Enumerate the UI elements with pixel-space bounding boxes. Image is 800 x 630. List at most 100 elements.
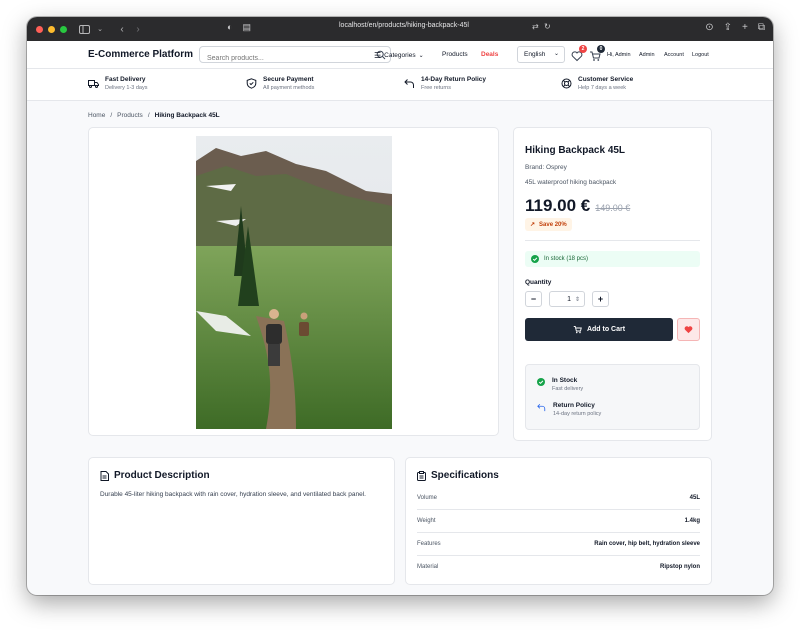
info-return-policy: Return Policy 14-day return policy [537,402,601,417]
description-text: Durable 45-liter hiking backpack with ra… [100,491,366,498]
privacy-shield-icon[interactable]: ◐ [227,22,232,33]
reload-icon[interactable]: ↻ [544,22,551,31]
hiking-photo-image [196,136,392,429]
breadcrumb-home[interactable]: Home [88,112,105,119]
quantity-stepper: − 1 ⇕ + [525,291,609,307]
spec-key: Weight [417,518,436,524]
spec-value: 45L [689,495,700,501]
translate-icon[interactable]: ⇄ [532,22,539,31]
features-bar: Fast Delivery Delivery 1-3 days Secure P… [27,69,773,101]
feature-fast-delivery: Fast Delivery Delivery 1-3 days [88,76,148,91]
site-header: E-Commerce Platform ☰ Categories ⌄ Produ… [27,41,773,69]
forward-arrow-icon[interactable]: › [131,22,145,36]
truck-icon [88,80,99,88]
info-title: Return Policy [553,402,595,409]
browser-toolbar: ⌄ ‹ › ◐ ▤ localhost/en/products/hiking-b… [27,17,773,41]
return-arrow-icon [537,403,546,412]
feature-subtitle: Free returns [421,85,451,91]
breadcrumb-products[interactable]: Products [117,112,143,119]
info-in-stock: In Stock Fast delivery [537,377,583,392]
divider [525,240,700,241]
brand-logo[interactable]: E-Commerce Platform [88,49,193,60]
current-price: 119.00 € [525,196,591,215]
feature-secure-payment: Secure Payment All payment methods [246,76,314,91]
stepper-arrows-icon: ⇕ [574,296,580,303]
spec-row: Weight 1.4kg [417,510,700,532]
product-title: Hiking Backpack 45L [525,145,626,156]
sidebar-toggle-icon[interactable] [77,22,91,36]
add-to-wishlist-button[interactable] [677,318,700,341]
categories-label: Categories [384,52,416,59]
spec-row: Features Rain cover, hip belt, hydration… [417,533,700,555]
add-to-cart-button[interactable]: Add to Cart [525,318,673,341]
specifications-heading: Specifications [417,470,499,481]
quantity-value: 1 [567,295,571,303]
chevron-down-icon: ⌄ [418,53,424,59]
quantity-label: Quantity [525,279,552,286]
info-title: In Stock [552,377,578,384]
download-icon[interactable]: ⊙ [705,22,713,33]
cart-button[interactable]: 0 [589,45,605,61]
chevron-down-icon[interactable]: ⌄ [93,22,107,36]
info-subtitle: Fast delivery [552,386,584,392]
share-icon[interactable]: ⇪ [724,22,732,33]
description-heading: Product Description [100,470,210,481]
purchase-card: Hiking Backpack 45L Brand: Osprey 45L wa… [513,127,712,441]
breadcrumb-separator: / [110,112,113,119]
stock-status: In stock (18 pcs) [525,251,700,267]
minimize-window-button[interactable] [48,25,55,33]
specifications-title: Specifications [431,470,499,481]
search-input[interactable] [200,51,370,66]
window-controls [36,25,67,33]
spec-row: Material Ripstop nylon [417,556,700,578]
feature-title: Customer Service [578,76,634,83]
wishlist-button[interactable]: 2 [571,45,587,62]
feature-title: Secure Payment [263,76,314,83]
trending-up-icon: ↗ [530,222,536,228]
check-circle-icon [537,378,545,386]
reader-icon[interactable]: ▤ [242,22,251,33]
feature-return-policy: 14-Day Return Policy Free returns [404,76,486,91]
cart-icon [573,326,582,334]
feature-customer-service: Customer Service Help 7 days a week [561,76,633,91]
close-window-button[interactable] [36,25,43,33]
language-select[interactable]: English ⌄ [517,46,565,63]
info-subtitle: 14-day return policy [553,411,602,417]
increase-quantity-button[interactable]: + [592,291,609,307]
clipboard-icon [417,470,426,481]
admin-link[interactable]: Admin [639,52,655,58]
product-brand: Brand: Osprey [525,164,567,171]
zoom-window-button[interactable] [60,25,67,33]
wishlist-count-badge: 2 [579,45,587,53]
language-value: English [524,51,546,58]
product-photo[interactable] [196,136,392,429]
back-arrow-icon[interactable]: ‹ [115,22,129,36]
chevron-down-icon: ⌄ [553,51,559,57]
categories-menu[interactable]: ☰ Categories ⌄ [374,51,424,60]
return-arrow-icon [404,79,414,88]
tab-overview-icon[interactable]: ⧉ [758,22,765,33]
address-bar[interactable]: localhost/en/products/hiking-backpack-45… [339,22,469,29]
save-label: Save 20% [539,221,567,228]
decrease-quantity-button[interactable]: − [525,291,542,307]
price-row: 119.00 € 149.00 € [525,196,630,216]
feature-subtitle: All payment methods [263,85,315,91]
product-image-card [88,127,499,436]
cart-count-badge: 0 [597,45,605,53]
nav-deals[interactable]: Deals [481,51,498,58]
spec-key: Material [417,564,439,570]
logout-link[interactable]: Logout [692,52,709,58]
breadcrumb-current: Hiking Backpack 45L [154,112,220,119]
check-circle-icon [531,255,539,263]
lifebuoy-icon [561,78,572,89]
account-link[interactable]: Account [664,52,684,58]
spec-key: Volume [417,495,438,501]
stock-label: In stock (18 pcs) [544,256,589,262]
specifications-card: Specifications Volume 45L Weight 1.4kg F… [405,457,712,585]
spec-value: 1.4kg [684,518,700,524]
user-greeting: Hi, Admin [607,52,631,58]
quantity-input[interactable]: 1 ⇕ [549,291,585,307]
nav-products[interactable]: Products [442,51,468,58]
add-to-cart-label: Add to Cart [586,326,626,333]
new-tab-icon[interactable]: + [742,22,748,33]
